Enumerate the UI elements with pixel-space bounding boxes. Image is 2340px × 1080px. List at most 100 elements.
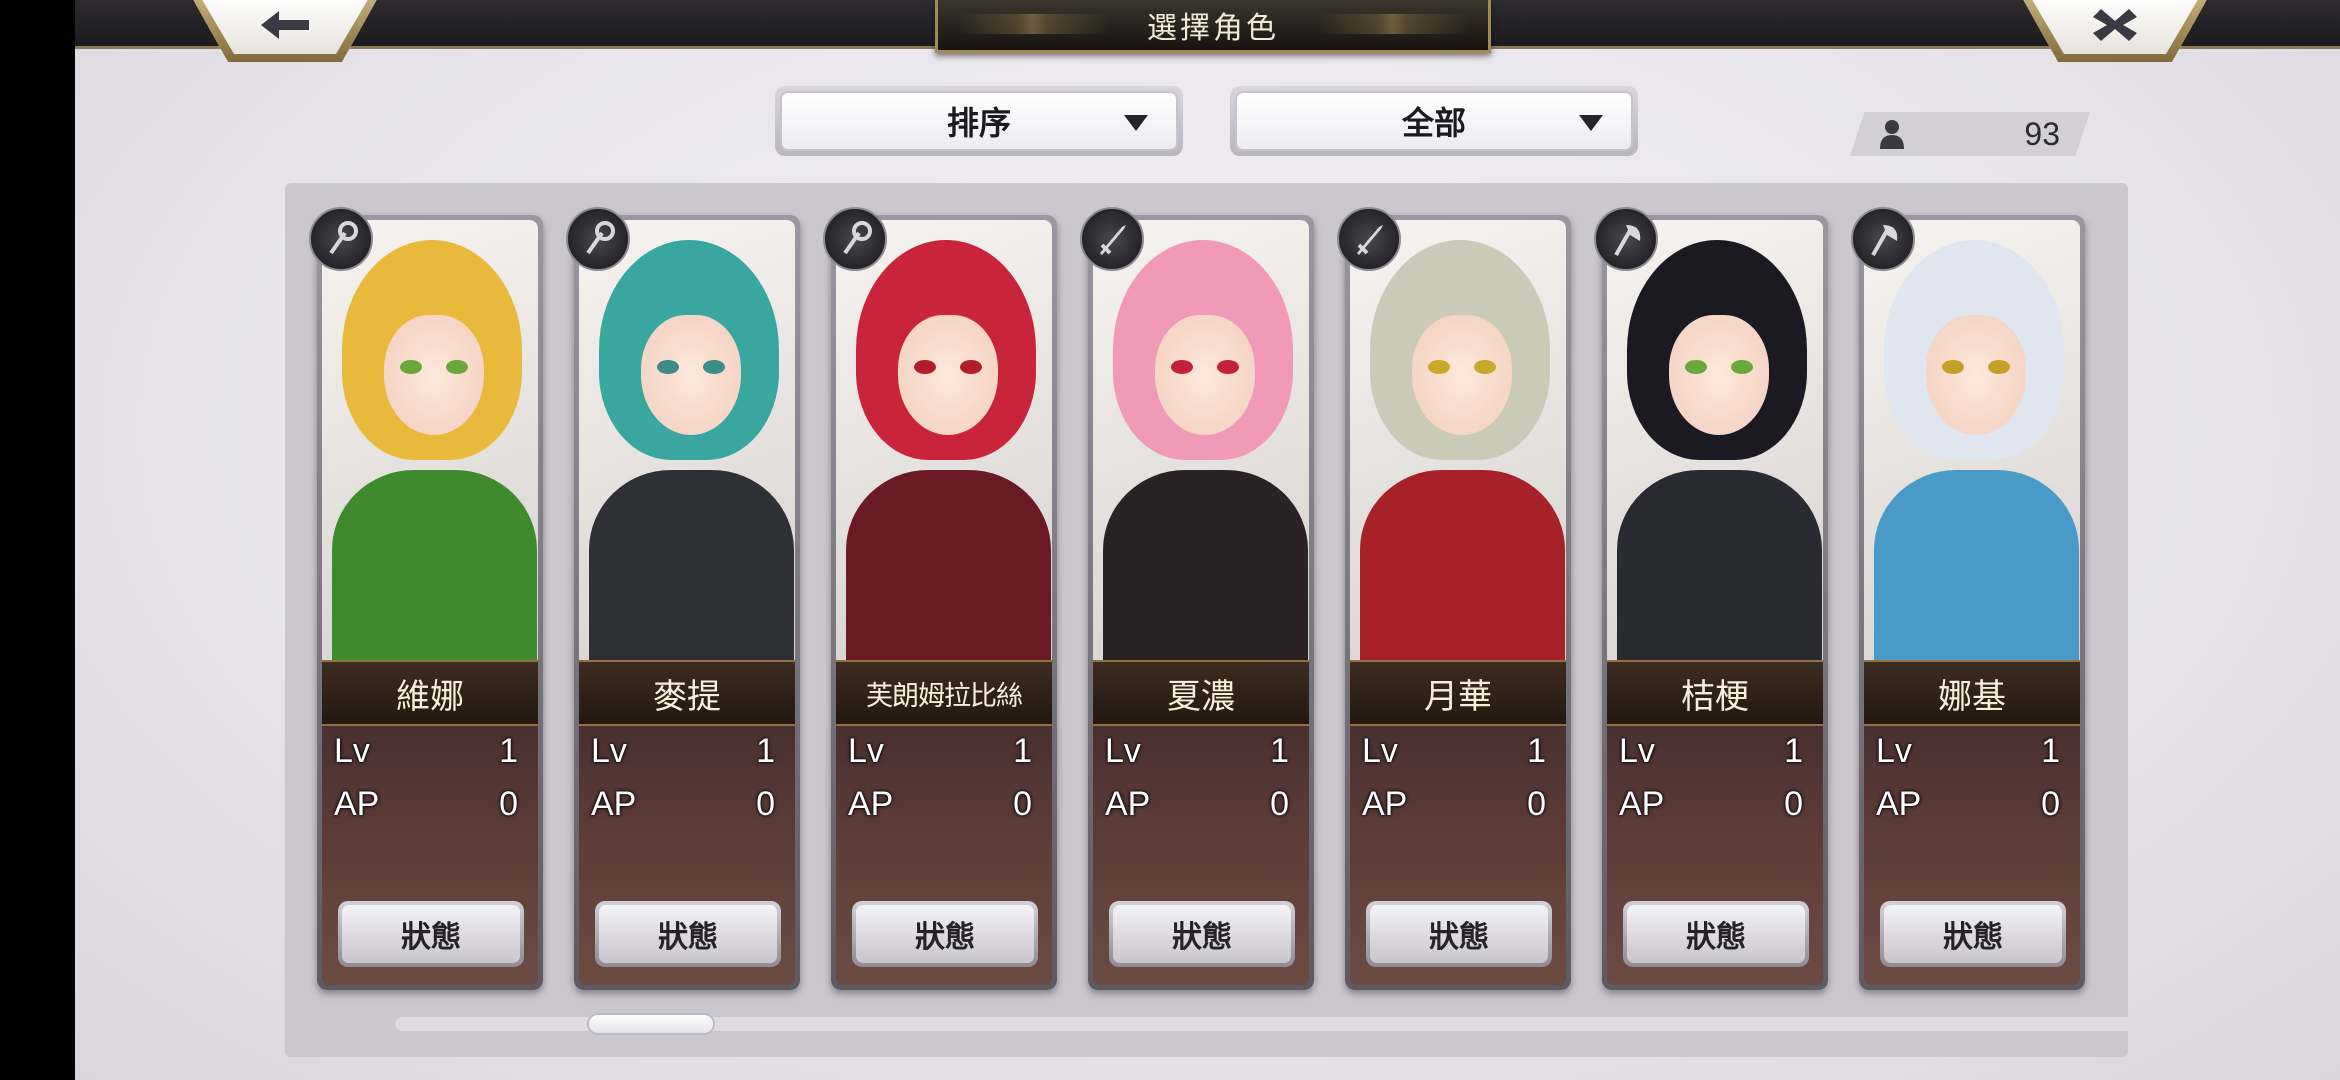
character-ap-row: AP 0 [1619, 785, 1803, 829]
character-level-row: Lv 1 [1619, 732, 1803, 776]
ap-label: AP [1362, 785, 1408, 823]
status-button[interactable]: 狀態 [1880, 901, 2066, 967]
filter-dropdown-label: 全部 [1401, 104, 1466, 142]
game-screen: 選擇角色 排序 全部 93 維娜 Lv 1 AP 0 狀態 麥提 Lv 1 AP… [75, 0, 2340, 1080]
screen-title: 選擇角色 [1147, 11, 1279, 46]
ap-label: AP [334, 785, 380, 823]
character-level-row: Lv 1 [848, 732, 1032, 776]
level-value: 1 [499, 732, 518, 770]
sort-dropdown-label: 排序 [946, 104, 1011, 142]
status-button-label: 狀態 [1884, 905, 2062, 963]
level-label: Lv [1362, 732, 1398, 770]
character-level-row: Lv 1 [1362, 732, 1546, 776]
character-name: 月華 [1350, 660, 1566, 726]
level-label: Lv [334, 732, 370, 770]
character-ap-row: AP 0 [1876, 785, 2060, 829]
level-value: 1 [2041, 732, 2060, 770]
character-portrait [322, 220, 538, 670]
close-x-icon [2093, 9, 2137, 41]
level-value: 1 [756, 732, 775, 770]
person-icon [1880, 120, 1904, 149]
axe-icon [1851, 207, 1915, 271]
chevron-down-icon [1579, 115, 1603, 131]
level-label: Lv [1876, 732, 1912, 770]
staff-icon [309, 207, 373, 271]
level-label: Lv [1619, 732, 1655, 770]
character-level-row: Lv 1 [1105, 732, 1289, 776]
ap-label: AP [1876, 785, 1922, 823]
ap-label: AP [848, 785, 894, 823]
scrollbar-thumb[interactable] [587, 1013, 715, 1035]
ap-value: 0 [1527, 785, 1546, 823]
character-level-row: Lv 1 [334, 732, 518, 776]
back-button[interactable] [190, 0, 380, 62]
character-count: 93 [2024, 116, 2060, 152]
character-ap-row: AP 0 [1362, 785, 1546, 829]
character-portrait [1864, 220, 2080, 670]
screen-title-plate: 選擇角色 [935, 0, 1491, 53]
ap-label: AP [591, 785, 637, 823]
character-card[interactable]: 桔梗 Lv 1 AP 0 狀態 [1594, 207, 1828, 990]
character-portrait [1607, 220, 1823, 670]
level-value: 1 [1013, 732, 1032, 770]
ap-value: 0 [499, 785, 518, 823]
staff-icon [566, 207, 630, 271]
character-card[interactable]: 娜基 Lv 1 AP 0 狀態 [1851, 207, 2085, 990]
level-value: 1 [1527, 732, 1546, 770]
status-button-label: 狀態 [1370, 905, 1548, 963]
axe-icon [1594, 207, 1658, 271]
level-value: 1 [1784, 732, 1803, 770]
level-value: 1 [1270, 732, 1289, 770]
status-button-label: 狀態 [342, 905, 520, 963]
character-card[interactable]: 月華 Lv 1 AP 0 狀態 [1337, 207, 1571, 990]
character-count-badge: 93 [1850, 112, 2090, 156]
status-button-label: 狀態 [1113, 905, 1291, 963]
character-ap-row: AP 0 [848, 785, 1032, 829]
character-name: 夏濃 [1093, 660, 1309, 726]
character-ap-row: AP 0 [1105, 785, 1289, 829]
arrow-left-icon [261, 11, 309, 39]
character-ap-row: AP 0 [591, 785, 775, 829]
character-level-row: Lv 1 [591, 732, 775, 776]
sort-dropdown[interactable]: 排序 [775, 86, 1183, 156]
ap-value: 0 [2041, 785, 2060, 823]
character-name: 麥提 [579, 660, 795, 726]
chevron-down-icon [1124, 115, 1148, 131]
staff-icon [823, 207, 887, 271]
status-button[interactable]: 狀態 [1109, 901, 1295, 967]
close-button[interactable] [2020, 0, 2210, 62]
character-card[interactable]: 芙朗姆拉比絲 Lv 1 AP 0 狀態 [823, 207, 1057, 990]
level-label: Lv [848, 732, 884, 770]
character-name: 桔梗 [1607, 660, 1823, 726]
ap-value: 0 [1270, 785, 1289, 823]
character-name: 娜基 [1864, 660, 2080, 726]
status-button[interactable]: 狀態 [338, 901, 524, 967]
sword-icon [1080, 207, 1144, 271]
filter-dropdown[interactable]: 全部 [1230, 86, 1638, 156]
level-label: Lv [1105, 732, 1141, 770]
sword-icon [1337, 207, 1401, 271]
character-portrait [836, 220, 1052, 670]
character-card[interactable]: 麥提 Lv 1 AP 0 狀態 [566, 207, 800, 990]
character-ap-row: AP 0 [334, 785, 518, 829]
ap-label: AP [1105, 785, 1151, 823]
character-card[interactable]: 夏濃 Lv 1 AP 0 狀態 [1080, 207, 1314, 990]
status-button-label: 狀態 [599, 905, 777, 963]
status-button[interactable]: 狀態 [595, 901, 781, 967]
status-button[interactable]: 狀態 [1366, 901, 1552, 967]
character-portrait [1093, 220, 1309, 670]
status-button[interactable]: 狀態 [852, 901, 1038, 967]
character-name: 芙朗姆拉比絲 [836, 660, 1052, 726]
ap-value: 0 [756, 785, 775, 823]
ap-value: 0 [1784, 785, 1803, 823]
status-button[interactable]: 狀態 [1623, 901, 1809, 967]
ap-label: AP [1619, 785, 1665, 823]
character-name: 維娜 [322, 660, 538, 726]
character-card[interactable]: 維娜 Lv 1 AP 0 狀態 [309, 207, 543, 990]
character-portrait [1350, 220, 1566, 670]
ap-value: 0 [1013, 785, 1032, 823]
status-button-label: 狀態 [1627, 905, 1805, 963]
character-portrait [579, 220, 795, 670]
level-label: Lv [591, 732, 627, 770]
status-button-label: 狀態 [856, 905, 1034, 963]
